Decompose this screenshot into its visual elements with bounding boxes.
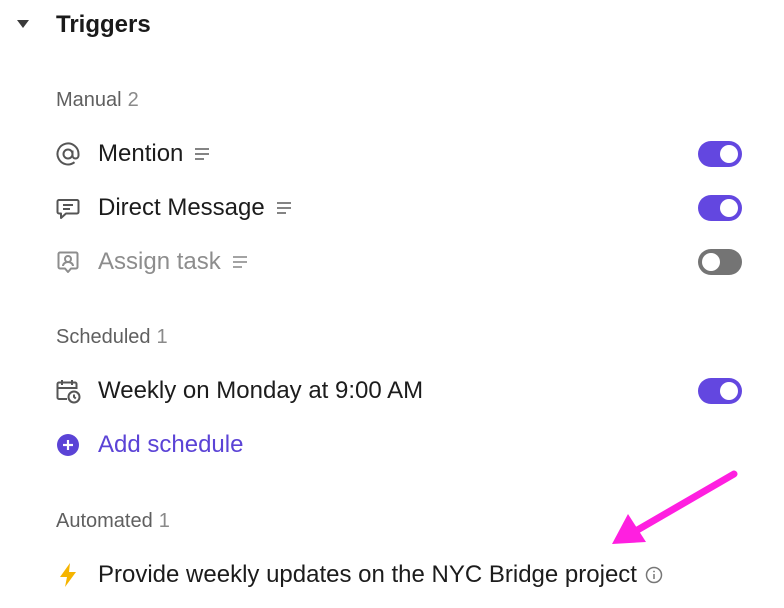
automated-count: 1 (158, 510, 170, 532)
assign-task-toggle[interactable] (698, 249, 742, 275)
section-title: Triggers (56, 11, 151, 38)
assign-task-icon (52, 246, 84, 278)
toggle-knob (720, 199, 738, 217)
add-schedule-button[interactable]: Add schedule (52, 426, 243, 464)
instructions-lines-icon[interactable] (193, 146, 211, 162)
at-sign-icon (52, 138, 84, 170)
manual-count: 2 (127, 89, 139, 111)
schedule-label: Weekly on Monday at 9:00 AM (98, 377, 424, 404)
instructions-lines-icon[interactable] (231, 254, 249, 270)
lightning-bolt-icon (52, 559, 84, 591)
add-schedule-label: Add schedule (98, 431, 244, 458)
automated-label: Provide weekly updates on the NYC Bridge… (98, 561, 637, 588)
trigger-label: Assign task (98, 248, 221, 275)
plus-circle-icon (52, 429, 84, 461)
toggle-knob (720, 382, 738, 400)
direct-message-toggle[interactable] (698, 195, 742, 221)
annotation-arrow (612, 470, 738, 544)
scheduled-heading-label: Scheduled (56, 326, 151, 348)
schedule-row-weekly: Weekly on Monday at 9:00 AM (52, 372, 742, 410)
manual-heading-label: Manual (56, 89, 122, 111)
toggle-knob (702, 253, 720, 271)
trigger-row-direct-message: Direct Message (52, 189, 742, 227)
automated-heading-label: Automated (56, 510, 153, 532)
collapse-caret[interactable] (14, 17, 32, 33)
scheduled-heading: Scheduled 1 (56, 324, 168, 350)
trigger-label: Mention (98, 140, 184, 167)
scheduled-count: 1 (156, 326, 168, 348)
trigger-label: Direct Message (98, 194, 265, 221)
chat-bubble-icon (52, 192, 84, 224)
trigger-row-assign-task: Assign task (52, 243, 742, 281)
calendar-clock-icon (52, 375, 84, 407)
instructions-lines-icon[interactable] (275, 200, 293, 216)
mention-toggle[interactable] (698, 141, 742, 167)
manual-heading: Manual 2 (56, 87, 139, 113)
info-icon[interactable] (645, 566, 663, 584)
weekly-schedule-toggle[interactable] (698, 378, 742, 404)
automated-row: Provide weekly updates on the NYC Bridge… (52, 556, 742, 594)
trigger-row-mention: Mention (52, 135, 742, 173)
automated-heading: Automated 1 (56, 508, 170, 534)
toggle-knob (720, 145, 738, 163)
caret-down-icon (16, 16, 30, 34)
